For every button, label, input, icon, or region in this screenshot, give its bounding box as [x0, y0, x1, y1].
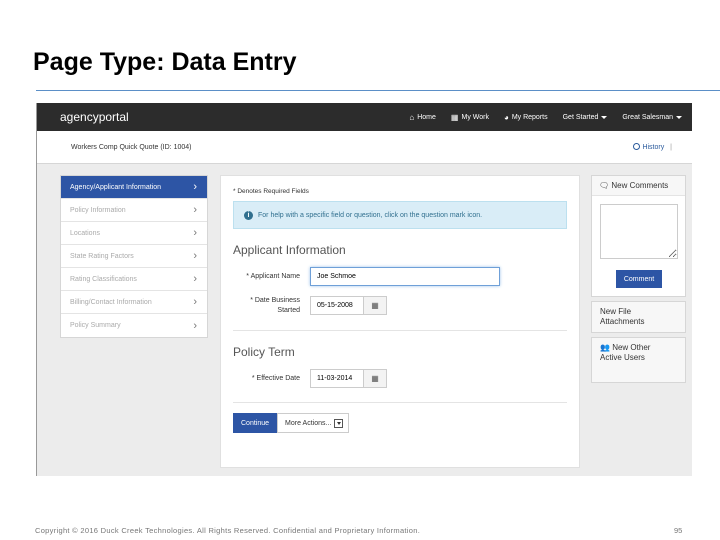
effective-date-input[interactable]: [310, 369, 364, 388]
history-icon: [633, 143, 641, 150]
nav-my-reports[interactable]: ◕ My Reports: [504, 113, 548, 122]
help-text: For help with a specific field or questi…: [258, 211, 483, 219]
right-panel: 🗨 New Comments Comment New File Attachme…: [591, 175, 686, 387]
sidebar-item-label: State Rating Factors: [70, 252, 134, 260]
top-navbar: agencyportal ⌂ Home ▦ My Work ◕ My Repor…: [37, 103, 692, 131]
date-business-label: * Date Business Started: [233, 296, 310, 316]
more-actions-dropdown[interactable]: More Actions...: [277, 413, 350, 433]
applicant-section-title: Applicant Information: [233, 243, 346, 257]
chevron-right-icon: ›: [193, 296, 197, 308]
chevron-down-icon: [334, 418, 344, 428]
date-business-picker: ▦: [310, 296, 387, 315]
new-other-users-card[interactable]: 👥 New Other Active Users: [591, 337, 686, 383]
history-link[interactable]: History |: [633, 143, 672, 151]
new-other-users-line1: 👥 New Other: [600, 343, 677, 353]
form-actions: Continue More Actions...: [233, 413, 567, 433]
info-icon: i: [244, 210, 253, 220]
chevron-down-icon: [601, 115, 608, 119]
sidebar-nav: Agency/Applicant Information › Policy In…: [60, 175, 208, 338]
nav-get-started[interactable]: Get Started: [563, 114, 608, 121]
date-business-label-line1: * Date Business: [250, 297, 300, 304]
date-business-input[interactable]: [310, 296, 364, 315]
sidebar-item-policy-summary[interactable]: Policy Summary ›: [61, 314, 207, 337]
title-divider: [36, 90, 720, 91]
section-divider: [233, 402, 567, 403]
sidebar-item-state-rating[interactable]: State Rating Factors ›: [61, 245, 207, 268]
chevron-right-icon: ›: [193, 181, 197, 193]
app-screenshot: agencyportal ⌂ Home ▦ My Work ◕ My Repor…: [36, 103, 692, 476]
brand-logo[interactable]: agencyportal: [60, 110, 394, 124]
nav-my-work[interactable]: ▦ My Work: [451, 113, 489, 122]
page-title: Page Type: Data Entry: [33, 48, 297, 76]
slide: Page Type: Data Entry agencyportal ⌂ Hom…: [0, 0, 720, 540]
date-business-row: * Date Business Started ▦: [233, 296, 567, 316]
policy-section-title: Policy Term: [233, 345, 295, 359]
help-alert: i For help with a specific field or ques…: [233, 201, 567, 229]
nav-get-started-label: Get Started: [562, 113, 599, 121]
effective-date-row: * Effective Date ▦: [233, 369, 567, 388]
effective-date-picker: ▦: [310, 369, 387, 388]
section-divider: [233, 330, 567, 331]
chevron-right-icon: ›: [193, 227, 197, 239]
more-actions-label: More Actions...: [285, 419, 332, 427]
applicant-name-row: * Applicant Name: [233, 267, 567, 286]
sidebar-item-locations[interactable]: Locations ›: [61, 222, 207, 245]
new-comments-label: New Comments: [611, 181, 669, 190]
quote-subheader: Workers Comp Quick Quote (ID: 1004) Hist…: [37, 131, 692, 164]
new-file-attachments-line1: New File: [600, 307, 632, 316]
calendar-icon[interactable]: ▦: [364, 369, 387, 388]
chevron-down-icon: [676, 115, 682, 119]
quote-title: Workers Comp Quick Quote (ID: 1004): [71, 143, 192, 151]
applicant-name-input[interactable]: [310, 267, 500, 286]
sidebar-item-label: Agency/Applicant Information: [70, 183, 162, 191]
required-note: * Denotes Required Fields: [233, 188, 309, 195]
new-comments-header: 🗨 New Comments: [592, 176, 685, 196]
nav-user-menu[interactable]: Great Salesman: [622, 114, 682, 121]
chevron-right-icon: ›: [193, 273, 197, 285]
new-comments-card: 🗨 New Comments Comment: [591, 175, 686, 297]
new-file-attachments-line2: Attachments: [600, 317, 645, 326]
chevron-right-icon: ›: [193, 204, 197, 216]
sidebar-item-billing-contact[interactable]: Billing/Contact Information ›: [61, 291, 207, 314]
new-file-attachments-card[interactable]: New File Attachments: [591, 301, 686, 333]
comment-body: Comment: [592, 196, 685, 296]
history-separator: |: [670, 144, 672, 151]
continue-button[interactable]: Continue: [233, 413, 278, 433]
copyright-footer: Copyright © 2016 Duck Creek Technologies…: [35, 526, 421, 535]
sidebar-item-agency-applicant[interactable]: Agency/Applicant Information ›: [61, 176, 207, 199]
sidebar-item-rating-classifications[interactable]: Rating Classifications ›: [61, 268, 207, 291]
sidebar-item-label: Policy Summary: [70, 322, 121, 329]
users-icon: 👥: [600, 343, 610, 352]
nav-home-label: Home: [417, 113, 436, 121]
nav-my-work-label: My Work: [461, 113, 489, 121]
sidebar-item-label: Billing/Contact Information: [70, 298, 152, 306]
effective-date-label: * Effective Date: [251, 374, 300, 382]
home-icon: ⌂: [409, 112, 415, 122]
nav-my-reports-label: My Reports: [511, 113, 548, 121]
page-number: 95: [674, 526, 683, 535]
sidebar-item-label: Locations: [70, 229, 100, 237]
calendar-icon[interactable]: ▦: [364, 296, 387, 315]
grid-icon: ▦: [450, 112, 459, 122]
pie-chart-icon: ◕: [503, 112, 509, 122]
chevron-right-icon: ›: [193, 319, 197, 332]
new-other-users-label-1: New Other: [612, 343, 651, 352]
sidebar-item-label: Rating Classifications: [70, 275, 137, 283]
sidebar-item-label: Policy Information: [70, 206, 126, 214]
form-panel: * Denotes Required Fields i For help wit…: [220, 175, 580, 468]
nav-user-label: Great Salesman: [622, 113, 673, 121]
chevron-right-icon: ›: [193, 250, 197, 262]
nav-home[interactable]: ⌂ Home: [409, 113, 436, 122]
new-other-users-line2: Active Users: [600, 353, 645, 362]
comment-textarea[interactable]: [600, 204, 678, 259]
comment-button[interactable]: Comment: [616, 270, 662, 288]
sidebar-item-policy-information[interactable]: Policy Information ›: [61, 199, 207, 222]
comment-icon: 🗨: [599, 181, 610, 190]
applicant-name-label: * Applicant Name: [246, 272, 300, 280]
date-business-label-line2: Started: [277, 307, 300, 314]
history-label: History: [642, 144, 665, 151]
